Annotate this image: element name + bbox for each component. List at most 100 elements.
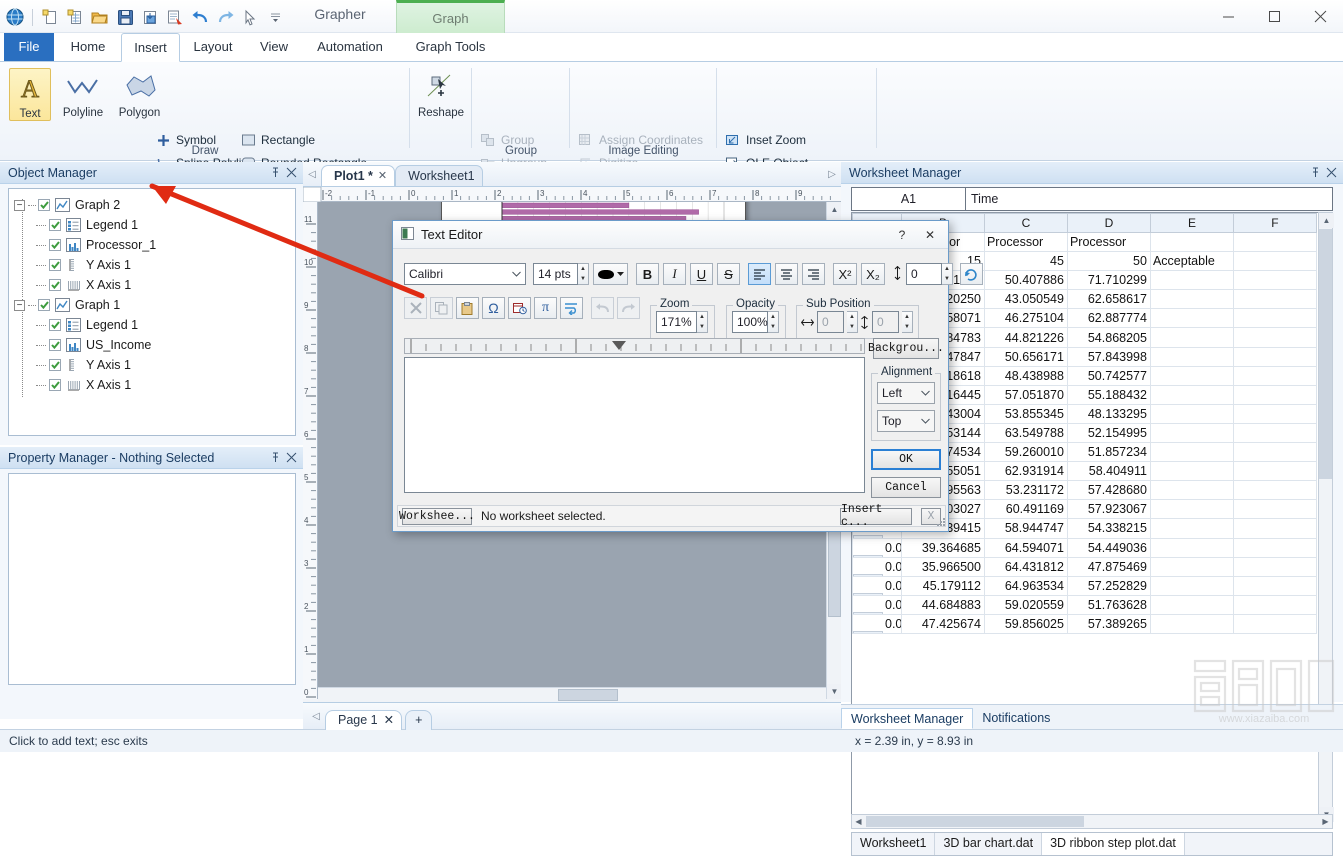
cancel-button[interactable]: Cancel (871, 477, 941, 498)
grid-cell[interactable] (1232, 594, 1318, 615)
grid-cell[interactable] (1149, 461, 1234, 482)
grid-cell[interactable] (1232, 613, 1318, 634)
redo-icon[interactable] (214, 6, 236, 28)
grid-cell[interactable]: 50.656171 (983, 346, 1068, 367)
dock-tab-worksheet-manager[interactable]: Worksheet Manager (841, 708, 974, 729)
grid-cell[interactable]: 59.020559 (983, 594, 1068, 615)
grid-cell[interactable] (1149, 518, 1234, 539)
doc-tab-close-icon[interactable]: ✕ (378, 166, 387, 186)
paste-button[interactable] (456, 297, 479, 319)
grid-cell[interactable]: 57.428680 (1066, 480, 1151, 501)
tree-expander[interactable]: − (14, 299, 25, 311)
grid-cell[interactable]: 64.594071 (983, 537, 1068, 558)
copy-button[interactable] (430, 297, 453, 319)
polyline-tool-button[interactable]: Polyline (55, 68, 111, 119)
grid-cell[interactable]: 57.051870 (983, 384, 1068, 405)
tree-node-root[interactable]: − Graph 1 (14, 295, 295, 315)
row-header[interactable]: 0.047222218 (852, 556, 902, 577)
grid-cell[interactable]: 44.821226 (983, 327, 1068, 348)
table-row[interactable]: 0.04444441739.36468564.59407154.449036 (852, 537, 1318, 558)
italic-button[interactable]: I (663, 263, 686, 285)
zoom-spinner[interactable]: ▲ ▼ (697, 311, 708, 333)
inset-zoom-button[interactable]: Inset Zoom (725, 132, 806, 148)
grid-cell[interactable]: 62.931914 (983, 461, 1068, 482)
grid-cell[interactable] (1149, 575, 1234, 596)
table-row[interactable]: 0.051945.17911264.96353457.252829 (852, 575, 1318, 596)
save-icon[interactable] (114, 6, 136, 28)
cell-value-input[interactable]: Time (966, 187, 1333, 211)
grid-cell[interactable] (1149, 365, 1234, 386)
tab-scroll-right-icon[interactable]: ▷ (823, 162, 841, 186)
grid-cell[interactable] (1149, 327, 1234, 348)
grid-cell[interactable]: Acceptable (1149, 251, 1234, 272)
line-spacing-stepper[interactable]: 0 ▲ ▼ (906, 263, 953, 285)
doc-tab-plot1[interactable]: Plot1 * ✕ (321, 165, 396, 186)
grid-cell[interactable]: 50 (1066, 251, 1151, 272)
grid-cell[interactable] (1149, 499, 1234, 520)
grid-cell[interactable]: 39.364685 (900, 537, 985, 558)
tree-node-checkbox[interactable] (49, 339, 61, 351)
background-button[interactable]: Backgrou... (868, 338, 944, 359)
grid-cell[interactable]: 64.431812 (983, 556, 1068, 577)
contextual-tab-graph[interactable]: Graph (396, 0, 505, 33)
cell-reference-input[interactable]: A1 (851, 187, 966, 211)
tree-node-child[interactable]: Y Axis 1 (14, 355, 295, 375)
tree-node-checkbox[interactable] (49, 279, 61, 291)
grid-cell[interactable] (1232, 308, 1318, 329)
tree-node-checkbox[interactable] (38, 299, 50, 311)
grid-cell[interactable] (1232, 499, 1318, 520)
grid-cell[interactable] (1149, 231, 1234, 253)
grid-cell[interactable]: 57.252829 (1066, 575, 1151, 596)
subscript-button[interactable]: X₂ (861, 263, 885, 285)
polygon-tool-button[interactable]: Polygon (112, 68, 167, 119)
export-icon[interactable] (139, 6, 161, 28)
tree-node-child[interactable]: Processor_1 (14, 235, 295, 255)
doc-tab-worksheet1[interactable]: Worksheet1 (395, 165, 483, 186)
maximize-button[interactable] (1251, 0, 1297, 33)
grid-cell[interactable]: 54.868205 (1066, 327, 1151, 348)
grid-cell[interactable] (1232, 480, 1318, 501)
column-header-c[interactable]: C (983, 213, 1068, 233)
grid-scroll-thumb[interactable] (1319, 229, 1332, 479)
grid-cell[interactable] (1149, 308, 1234, 329)
grid-cell[interactable] (1232, 461, 1318, 482)
grid-scroll-right-icon[interactable]: ▶ (1319, 815, 1332, 828)
grid-cell[interactable]: 48.133295 (1066, 403, 1151, 424)
open-folder-icon[interactable] (89, 6, 111, 28)
tab-file[interactable]: File (4, 33, 54, 61)
line-spacing-spinner[interactable]: ▲ ▼ (942, 263, 953, 285)
align-right-button[interactable] (802, 263, 825, 285)
row-header[interactable]: 0.055555621 (852, 613, 902, 634)
pin-icon[interactable] (267, 165, 283, 181)
new-worksheet-icon[interactable] (64, 6, 86, 28)
grid-cell[interactable] (1232, 518, 1318, 539)
tab-view[interactable]: View (248, 33, 300, 62)
zoom-stepper[interactable]: 171% ▲ ▼ (656, 311, 708, 333)
object-tree[interactable]: − Graph 2 Legend 1 Processor_1 Y Axis 1 X Axi… (8, 188, 296, 436)
symbol-omega-button[interactable]: Ω (482, 297, 505, 319)
dialog-help-button[interactable]: ? (888, 222, 916, 248)
tab-insert[interactable]: Insert (121, 33, 180, 62)
row-number[interactable]: 21 (853, 630, 883, 633)
alignment-horizontal-select[interactable]: Left (877, 382, 935, 404)
grid-cell[interactable] (1149, 384, 1234, 405)
grid-scroll-up-icon[interactable]: ▲ (1319, 213, 1334, 228)
grid-cell[interactable] (1232, 327, 1318, 348)
grid-cell[interactable] (1149, 556, 1234, 577)
alignment-vertical-select[interactable]: Top (877, 410, 935, 432)
globe-icon[interactable] (4, 6, 26, 28)
grid-cell[interactable]: Processor (983, 231, 1068, 253)
grid-cell[interactable]: 50.742577 (1066, 365, 1151, 386)
grid-cell[interactable]: 47.875469 (1066, 556, 1151, 577)
grid-cell[interactable]: 71.710299 (1066, 270, 1151, 291)
ok-button[interactable]: OK (871, 449, 941, 470)
dock-tab-notifications[interactable]: Notifications (973, 708, 1059, 729)
grid-cell[interactable]: 45 (983, 251, 1068, 272)
underline-button[interactable]: U (690, 263, 713, 285)
grid-cell[interactable] (1232, 575, 1318, 596)
grid-cell[interactable]: 55.188432 (1066, 384, 1151, 405)
pin-icon[interactable] (267, 450, 283, 466)
page-tab-close-icon[interactable]: ✕ (384, 711, 394, 730)
pin-icon[interactable] (1307, 165, 1323, 181)
align-center-button[interactable] (775, 263, 798, 285)
